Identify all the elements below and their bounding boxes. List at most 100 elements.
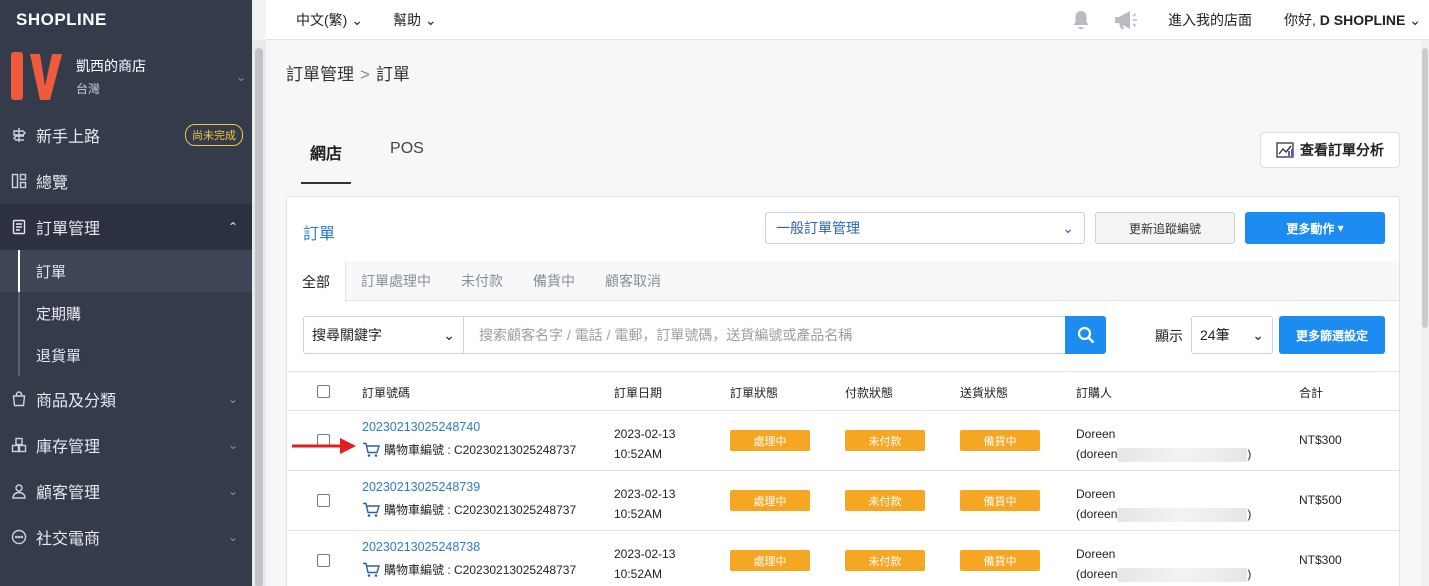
sidebar-item-subscriptions[interactable]: 定期購 <box>0 292 252 334</box>
sidebar: SHOPLINE 凱西的商店 台灣 ⌄ 新手上路 尚未完成 總覽 訂單管理 ⌃ … <box>0 0 252 586</box>
sidebar-item-label: 新手上路 <box>36 129 101 146</box>
column-header[interactable]: 訂單號碼 <box>362 384 410 401</box>
shopline-logo[interactable]: SHOPLINE <box>0 0 252 40</box>
order-status-badge: 處理中 <box>730 430 810 451</box>
payment-status-badge: 未付款 <box>845 550 925 571</box>
cart-number: 購物車編號 : C20230213025248737 <box>362 441 576 458</box>
status-tabs: 全部 訂單處理中 未付款 備貨中 顧客取消 <box>287 261 1399 302</box>
chevron-down-icon: ⌄ <box>227 392 238 406</box>
column-header: 付款狀態 <box>845 386 894 400</box>
order-analytics-button[interactable]: 查看訂單分析 <box>1260 132 1400 168</box>
order-status-badge: 處理中 <box>730 490 810 511</box>
search-button[interactable] <box>1065 316 1106 354</box>
column-header: 訂購人 <box>1076 386 1113 400</box>
tab-online-store[interactable]: 網店 <box>300 140 352 184</box>
order-mode-select[interactable]: 一般訂單管理 ⌄ <box>765 212 1085 244</box>
sidebar-item-label: 總覽 <box>36 175 69 192</box>
sidebar-item-label: 訂單管理 <box>36 221 101 238</box>
chat-icon <box>10 528 28 546</box>
payment-status-badge: 未付款 <box>845 430 925 451</box>
tab-unpaid[interactable]: 未付款 <box>446 261 518 300</box>
chevron-down-icon: ⌄ <box>235 70 246 84</box>
store-region: 台灣 <box>76 81 101 96</box>
more-actions-button[interactable]: 更多動作 ▾ <box>1245 212 1385 244</box>
orders-card: 訂單 一般訂單管理 ⌄ 更新追蹤編號 更多動作 ▾ 全部 訂單處理中 未付款 備… <box>286 196 1400 586</box>
cart-icon <box>363 562 380 577</box>
visit-store-link[interactable]: 進入我的店面 <box>1168 10 1252 30</box>
annotation-arrow-icon <box>292 438 356 454</box>
store-logo-icon <box>11 52 62 100</box>
table-row[interactable]: 20230213025248740 購物車編號 : C2023021302524… <box>287 411 1399 471</box>
megaphone-icon[interactable] <box>1112 9 1138 31</box>
order-number-link[interactable]: 20230213025248740 <box>362 420 480 434</box>
sidebar-item-label: 庫存管理 <box>36 439 101 456</box>
help-menu[interactable]: 幫助 ⌄ <box>393 10 437 30</box>
buyer-info: Doreen (doreen) <box>1076 487 1252 522</box>
sidebar-item-order-management[interactable]: 訂單管理 ⌃ <box>0 204 252 250</box>
sidebar-item-customers[interactable]: 顧客管理 ⌄ <box>0 468 252 514</box>
cart-number: 購物車編號 : C20230213025248737 <box>362 561 576 578</box>
delivery-status-badge: 備貨中 <box>960 550 1040 571</box>
tab-preparing[interactable]: 備貨中 <box>518 261 590 300</box>
sidebar-item-inventory[interactable]: 庫存管理 ⌄ <box>0 422 252 468</box>
column-header[interactable]: 合計 <box>1299 384 1323 401</box>
chevron-down-icon: ⌄ <box>227 484 238 498</box>
sidebar-item-products[interactable]: 商品及分類 ⌄ <box>0 376 252 422</box>
order-status-badge: 處理中 <box>730 550 810 571</box>
bag-icon <box>10 390 28 408</box>
buyer-info: Doreen (doreen) <box>1076 547 1252 582</box>
breadcrumb-current: 訂單 <box>375 65 410 84</box>
channel-tabs: 網店 POS <box>300 140 472 184</box>
tab-cancelled[interactable]: 顧客取消 <box>590 261 676 300</box>
cart-icon <box>363 442 380 457</box>
chevron-down-icon: ⌄ <box>227 530 238 544</box>
store-switcher[interactable]: 凱西的商店 台灣 ⌄ <box>0 40 252 112</box>
redacted-email <box>1117 447 1248 462</box>
search-input[interactable]: 搜索顧客名字 / 電話 / 電郵，訂單號碼，送貨編號或產品名稱 <box>463 316 1066 354</box>
sidebar-item-getting-started[interactable]: 新手上路 尚未完成 <box>0 112 252 158</box>
language-menu[interactable]: 中文(繁) ⌄ <box>296 10 363 30</box>
document-icon <box>10 218 28 236</box>
dashboard-icon <box>10 172 28 190</box>
order-total: NT$300 <box>1299 553 1342 567</box>
bell-icon[interactable] <box>1070 9 1092 31</box>
table-row[interactable]: 20230213025248739 購物車編號 : C2023021302524… <box>287 471 1399 531</box>
more-filters-button[interactable]: 更多篩選設定 <box>1279 316 1385 354</box>
sidebar-item-label: 商品及分類 <box>36 393 117 410</box>
order-total: NT$500 <box>1299 493 1342 507</box>
update-tracking-button[interactable]: 更新追蹤編號 <box>1095 212 1235 244</box>
order-number-link[interactable]: 20230213025248738 <box>362 540 480 554</box>
delivery-status-badge: 備貨中 <box>960 430 1040 451</box>
store-name: 凱西的商店 <box>76 57 146 74</box>
sidebar-item-label: 社交電商 <box>36 531 101 548</box>
main-content: 訂單管理 > 訂單 網店 POS 查看訂單分析 訂單 一般訂單管理 ⌄ 更新追蹤編號… <box>266 40 1421 586</box>
tab-pos[interactable]: POS <box>390 140 424 184</box>
sidebar-item-returns[interactable]: 退貨單 <box>0 334 252 376</box>
top-bar: 中文(繁) ⌄ 幫助 ⌄ 進入我的店面 你好, D SHOPLINE ⌄ <box>266 0 1429 40</box>
column-header[interactable]: 訂單日期 <box>614 384 662 401</box>
row-checkbox[interactable] <box>317 494 330 507</box>
payment-status-badge: 未付款 <box>845 490 925 511</box>
chevron-down-icon: ⌄ <box>1252 326 1264 343</box>
order-number-link[interactable]: 20230213025248739 <box>362 480 480 494</box>
order-date: 2023-02-13 10:52AM <box>614 487 676 521</box>
sidebar-item-orders[interactable]: 訂單 <box>0 250 252 292</box>
page-scrollbar[interactable] <box>1421 40 1429 586</box>
row-checkbox[interactable] <box>317 554 330 567</box>
user-menu[interactable]: 你好, D SHOPLINE ⌄ <box>1284 10 1421 30</box>
sidebar-scrollbar[interactable] <box>252 40 266 586</box>
page-size-select[interactable]: 24筆 ⌄ <box>1191 316 1273 354</box>
breadcrumb: 訂單管理 > 訂單 <box>286 60 410 85</box>
breadcrumb-parent[interactable]: 訂單管理 <box>286 65 354 84</box>
search-field-select[interactable]: 搜尋關鍵字 ⌄ <box>303 316 463 354</box>
tab-all[interactable]: 全部 <box>287 261 346 302</box>
tab-processing[interactable]: 訂單處理中 <box>346 261 446 300</box>
cart-number: 購物車編號 : C20230213025248737 <box>362 501 576 518</box>
chevron-up-icon: ⌃ <box>227 220 238 234</box>
redacted-email <box>1117 567 1248 582</box>
select-all-checkbox[interactable] <box>317 385 330 398</box>
status-badge: 尚未完成 <box>185 124 243 146</box>
sidebar-item-overview[interactable]: 總覽 <box>0 158 252 204</box>
table-row[interactable]: 20230213025248738 購物車編號 : C2023021302524… <box>287 531 1399 586</box>
sidebar-item-social-commerce[interactable]: 社交電商 ⌄ <box>0 514 252 560</box>
